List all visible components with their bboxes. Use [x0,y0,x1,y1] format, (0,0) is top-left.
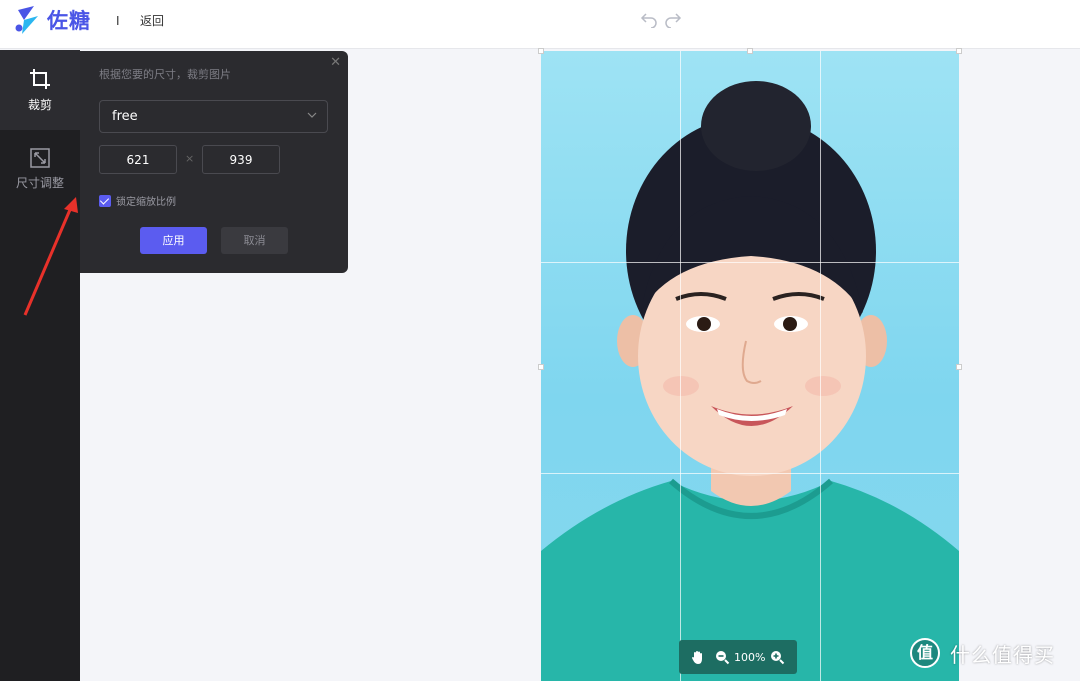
portrait-photo [541,81,959,681]
tool-resize-label: 尺寸调整 [15,176,64,190]
hand-pan-icon[interactable] [690,649,706,665]
apply-button[interactable]: 应用 [140,227,207,254]
watermark-text: 什么值得买 [950,642,1055,667]
crop-grid-line [541,473,959,474]
brand-logo-icon [15,6,38,34]
site-watermark: 值 什么值得买 [910,638,1055,668]
crop-handle-right[interactable] [956,364,962,370]
times-sign: × [185,152,195,165]
top-header: 佐糖 I 返回 [0,0,1080,49]
height-input[interactable] [202,145,280,174]
ratio-select[interactable]: free [99,100,328,133]
zoom-out-icon[interactable] [714,649,730,665]
lock-ratio-label: 锁定缩放比例 [116,197,176,208]
zoom-in-icon[interactable] [769,649,785,665]
crop-handle-top-left[interactable] [538,48,544,54]
lock-ratio-checkbox[interactable] [99,194,111,207]
tool-rail: 裁剪 尺寸调整 [0,50,80,681]
back-link[interactable]: 返回 [140,12,164,29]
watermark-badge: 值 [910,638,940,668]
brand-logo[interactable]: 佐糖 [14,4,91,36]
close-icon[interactable]: ✕ [330,55,341,70]
zoom-toolbar: 100% [679,640,797,674]
resize-icon [30,148,50,168]
chevron-down-icon [307,112,317,118]
brand-name: 佐糖 [47,9,91,33]
redo-icon[interactable] [664,10,682,29]
lock-ratio-row: 锁定缩放比例 [99,193,176,208]
crop-handle-left[interactable] [538,364,544,370]
tool-crop-label: 裁剪 [27,98,52,112]
crop-grid-line [680,51,681,681]
crop-panel: ✕ 根据您要的尺寸，裁剪图片 free × 锁定缩放比例 应用 取消 [80,51,348,273]
ratio-select-value: free [112,109,138,124]
undo-icon[interactable] [640,10,658,29]
zoom-level: 100% [734,650,766,664]
width-input[interactable] [99,145,177,174]
photo-canvas[interactable] [541,51,959,681]
crop-icon [30,69,50,89]
crop-handle-top-right[interactable] [956,48,962,54]
tool-crop[interactable]: 裁剪 [0,50,80,130]
cancel-button[interactable]: 取消 [221,227,288,254]
header-separator: I [116,14,120,28]
crop-handle-top[interactable] [747,48,753,54]
undo-redo-group [640,10,682,29]
crop-hint: 根据您要的尺寸，裁剪图片 [99,68,231,81]
crop-grid-line [820,51,821,681]
crop-grid-line [541,262,959,263]
